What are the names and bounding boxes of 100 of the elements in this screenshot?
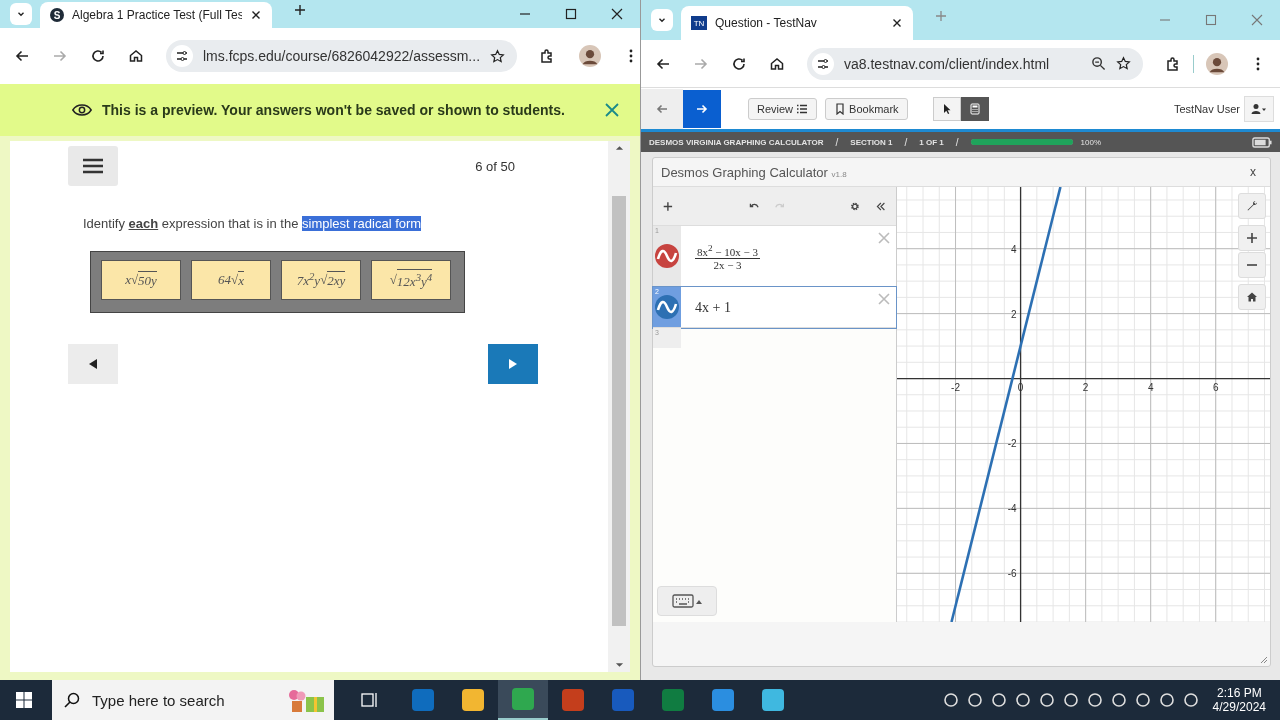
zoom-out-button[interactable] [1238,252,1266,278]
arrow-right-icon [696,102,708,115]
eye-icon [72,103,92,117]
y-tick-label: 4 [1011,243,1017,255]
answer-tile[interactable]: x√50y [101,260,181,300]
answer-tile[interactable]: 64√x [191,260,271,300]
reload-icon[interactable] [731,55,747,72]
question-counter: 6 of 50 [475,158,515,174]
expression-formula: 4x + 1 [695,300,731,315]
star-icon[interactable] [1116,56,1131,71]
puzzle-icon[interactable] [1165,55,1181,72]
y-tick-label: -2 [1007,438,1017,450]
y-tick-label: -6 [1007,568,1017,580]
graph-style-icon[interactable] [655,295,679,319]
calculator-icon [968,102,981,115]
scroll-down-icon[interactable] [614,662,624,668]
site-favicon: S [50,8,64,22]
new-tab-icon[interactable] [294,4,306,16]
search-icon [64,692,80,708]
zoom-icon[interactable] [1091,56,1106,71]
expression-formula: 8x$^{2}$ − 10x − 3 2x − 3 [695,242,760,271]
address-field[interactable]: va8.testnav.com/client/index.html [807,47,1143,80]
home-icon[interactable] [769,55,785,72]
plus-icon [1246,232,1258,244]
resize-grip-icon[interactable] [1258,654,1268,664]
progress-percent: 100% [1080,137,1102,147]
wrench-icon [1246,200,1258,212]
tray-icon[interactable] [1182,692,1199,708]
search-field[interactable]: Type here to search [52,680,334,720]
x-tick-label: 4 [1147,381,1154,393]
taskbar-app-button[interactable] [498,680,548,720]
next-button[interactable] [683,89,721,128]
arrow-left-icon [656,102,668,115]
question-prompt: Identify each expression that is in the simplest radical form [83,216,423,231]
battery-icon [1252,136,1272,148]
scrollbar[interactable] [608,141,630,672]
keyboard-button[interactable] [657,586,717,616]
home-view-button[interactable] [1238,284,1266,310]
y-tick-label: 2 [1011,308,1017,320]
breadcrumb-separator: / [904,136,908,148]
user-name: TestNav User [1173,102,1240,115]
breadcrumb-separator: / [955,136,959,148]
site-settings-icon [812,52,834,75]
breadcrumb-item: 1 OF 1 [919,137,944,147]
answer-tile[interactable]: 7x$^{2}$y√2xy [281,260,361,300]
breadcrumb-item: DESMOS VIRGINIA GRAPHING CALCULATOR [649,137,824,147]
close-icon[interactable] [891,17,903,29]
tray-icon[interactable] [1014,692,1031,708]
y-tick-label: -4 [1007,503,1017,515]
tray-icon[interactable] [1086,692,1103,708]
zoom-in-button[interactable] [1238,225,1266,251]
scrollbar-thumb[interactable] [612,196,626,626]
browser-tab[interactable]: TN Question - TestNav [681,6,913,40]
tray-icon[interactable] [1062,692,1079,708]
menu-icon [83,158,103,174]
triangle-left-icon [88,358,98,370]
x-tick-label: 6 [1212,381,1219,393]
home-icon[interactable] [128,48,144,64]
close-icon[interactable] [250,9,262,21]
close-button[interactable]: x [1244,164,1262,180]
tray-icon[interactable] [1110,692,1127,708]
tray-icon[interactable] [1038,692,1055,708]
user-icon [1251,102,1267,115]
keyboard-icon [672,594,702,608]
site-favicon: TN [691,16,707,30]
menu-button[interactable] [68,146,118,186]
tray-icon[interactable] [1134,692,1151,708]
pointer-tool-button[interactable] [932,96,961,121]
back-arrow-icon[interactable] [14,48,30,64]
task-view-icon[interactable] [360,690,380,710]
answer-tile[interactable]: √12x$^{3}$y$^{4}$ [371,260,451,300]
star-icon[interactable] [490,48,506,64]
scroll-up-icon[interactable] [614,145,624,151]
start-icon[interactable] [16,692,32,708]
preview-notice: This is a preview. Your answers won't be saved or shown to students. [102,102,566,118]
reload-icon[interactable] [90,48,106,64]
site-settings-icon [171,45,193,67]
tray-icon[interactable] [966,692,983,708]
review-button[interactable]: Review [748,97,818,120]
bookmark-icon [834,102,847,115]
add-icon[interactable] [663,199,673,213]
maximize-icon[interactable] [565,8,577,20]
home-icon [1246,291,1258,303]
tray-icon[interactable] [942,692,959,708]
user-menu-button[interactable] [1244,95,1274,122]
calculator-title: Desmos Graphing Calculator v1.8 [661,164,847,180]
x-tick-label: 2 [1082,381,1089,393]
calculator-tool-button[interactable] [960,96,989,121]
clock[interactable]: 2:16 PM 4/29/2024 [1198,686,1280,714]
profile-avatar[interactable] [1206,52,1228,75]
graph-style-icon[interactable] [655,244,679,268]
close-icon[interactable] [611,8,623,20]
tray-icon[interactable] [990,692,1007,708]
flowers-gift-icon [286,687,326,713]
bookmark-button[interactable]: Bookmark [825,97,908,120]
previous-button[interactable] [68,344,118,384]
address-field[interactable]: lms.fcps.edu/course/6826042922/assessm... [166,40,518,72]
profile-avatar[interactable] [579,45,602,67]
tray-icon[interactable] [1158,692,1175,708]
breadcrumb-item: SECTION 1 [850,137,893,147]
